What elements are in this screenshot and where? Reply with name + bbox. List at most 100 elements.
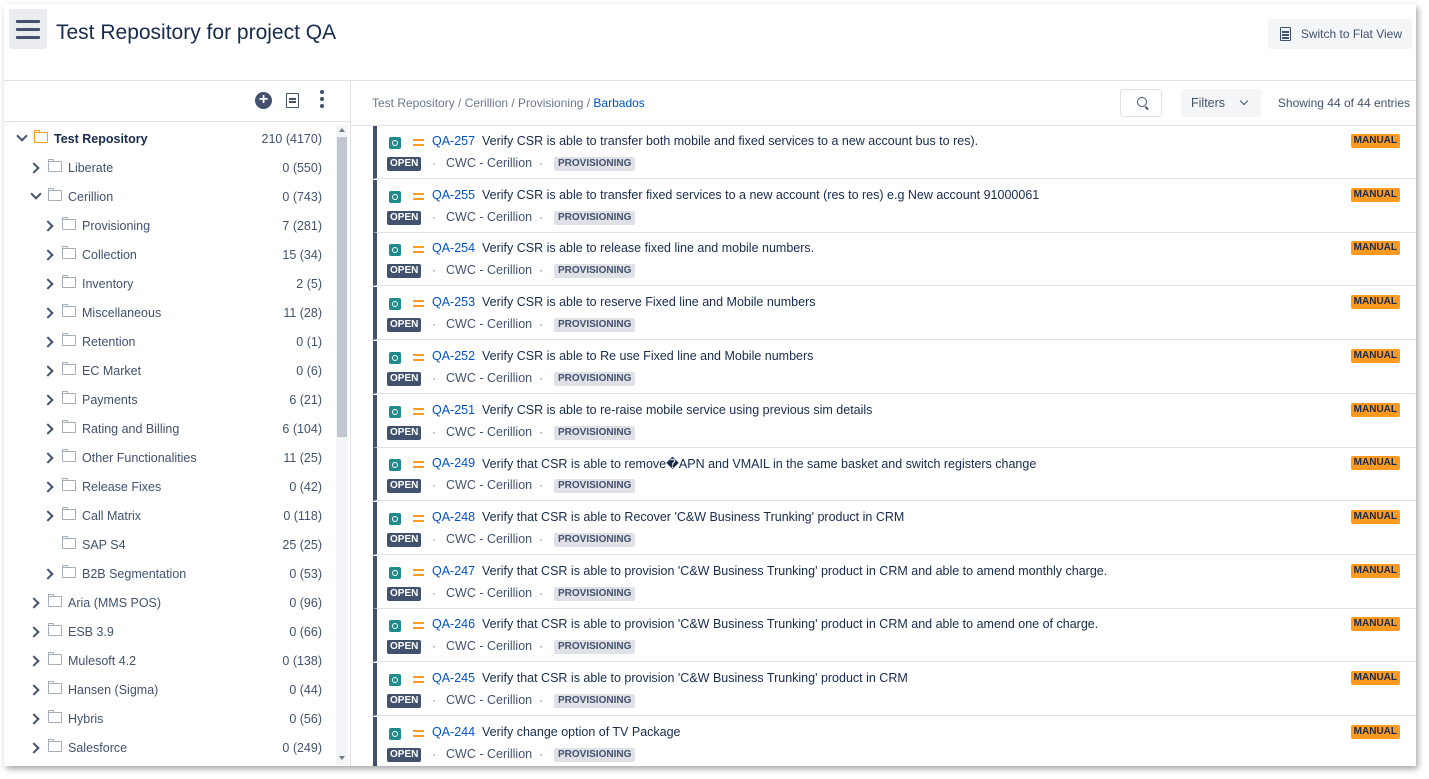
tree-item[interactable]: Other Functionalities 11 (25) — [4, 444, 334, 473]
test-row[interactable]: QA-245 Verify that CSR is able to provisi… — [373, 663, 1416, 716]
issue-key-link[interactable]: QA-257 — [432, 134, 475, 148]
chevron-right-icon[interactable] — [42, 336, 54, 348]
tree-item[interactable]: Inventory 2 (5) — [4, 270, 334, 299]
search-button[interactable] — [1120, 89, 1162, 117]
chevron-right-icon[interactable] — [42, 423, 54, 435]
chevron-right-icon[interactable] — [28, 597, 40, 609]
issue-key-link[interactable]: QA-245 — [432, 671, 475, 685]
chevron-right-icon[interactable] — [42, 307, 54, 319]
test-row[interactable]: QA-257 Verify CSR is able to transfer bot… — [373, 126, 1416, 179]
test-row[interactable]: QA-252 Verify CSR is able to Re use Fixed… — [373, 340, 1416, 394]
issue-key-link[interactable]: QA-246 — [432, 617, 475, 631]
chevron-right-icon[interactable] — [42, 278, 54, 290]
issue-key-link[interactable]: QA-247 — [432, 564, 475, 578]
tree-item[interactable]: Call Matrix 0 (118) — [4, 502, 334, 531]
tree-item[interactable]: Collection 15 (34) — [4, 241, 334, 270]
chevron-right-icon[interactable] — [28, 162, 40, 174]
separator-dot: · — [539, 370, 543, 385]
hamburger-icon[interactable] — [9, 9, 47, 49]
breadcrumb-current[interactable]: Barbados — [593, 96, 644, 110]
test-row[interactable]: QA-255 Verify CSR is able to transfer fix… — [373, 179, 1416, 233]
chevron-right-icon[interactable] — [28, 626, 40, 638]
tree-item[interactable]: Aria (MMS POS) 0 (96) — [4, 589, 334, 618]
tree-item[interactable]: ESB 3.9 0 (66) — [4, 618, 334, 647]
breadcrumb-path[interactable]: Test Repository / Cerillion / Provisioni… — [372, 96, 593, 110]
test-row[interactable]: QA-251 Verify CSR is able to re-raise mob… — [373, 394, 1416, 448]
vertical-ellipsis-icon[interactable] — [319, 90, 325, 108]
scroll-up-icon[interactable] — [339, 128, 345, 132]
issue-key-link[interactable]: QA-253 — [432, 295, 475, 309]
issue-summary[interactable]: Verify that CSR is able to remove�APN an… — [482, 456, 1036, 471]
switch-flat-view-button[interactable]: Switch to Flat View — [1267, 19, 1412, 49]
chevron-right-icon[interactable] — [28, 713, 40, 725]
component-name: CWC - Cerillion — [446, 263, 533, 278]
chevron-right-icon[interactable] — [28, 655, 40, 667]
issue-summary[interactable]: Verify CSR is able to transfer both mobi… — [482, 134, 978, 148]
tree-item[interactable]: Test Repository 210 (4170) — [4, 125, 334, 154]
chevron-right-icon[interactable] — [42, 510, 54, 522]
tree-item[interactable]: Payments 6 (21) — [4, 386, 334, 415]
chevron-right-icon[interactable] — [42, 365, 54, 377]
medium-priority-icon — [413, 514, 424, 517]
tree-item[interactable]: Cerillion 0 (743) — [4, 183, 334, 212]
tree-item-label: SAP S4 — [82, 538, 126, 552]
issue-summary[interactable]: Verify CSR is able to release fixed line… — [482, 241, 814, 255]
issue-key-link[interactable]: QA-248 — [432, 510, 475, 524]
tree-scrollbar-thumb[interactable] — [337, 137, 347, 437]
issue-key-link[interactable]: QA-251 — [432, 403, 475, 417]
issue-summary[interactable]: Verify change option of TV Package — [482, 725, 681, 739]
issue-key-link[interactable]: QA-254 — [432, 241, 475, 255]
test-icon — [389, 244, 401, 257]
issue-summary[interactable]: Verify that CSR is able to provision 'C&… — [482, 671, 908, 685]
chevron-down-icon[interactable] — [30, 188, 42, 200]
issue-summary[interactable]: Verify that CSR is able to provision 'C&… — [482, 617, 1098, 631]
filters-button[interactable]: Filters — [1181, 89, 1261, 117]
chevron-right-icon[interactable] — [28, 742, 40, 754]
tree-item[interactable]: Mulesoft 4.2 0 (138) — [4, 647, 334, 676]
issue-summary[interactable]: Verify that CSR is able to Recover 'C&W … — [482, 510, 904, 524]
tree-item[interactable]: Hansen (Sigma) 0 (44) — [4, 676, 334, 705]
issue-key-link[interactable]: QA-255 — [432, 188, 475, 202]
chevron-right-icon[interactable] — [42, 220, 54, 232]
tree-item[interactable]: Salesforce 0 (249) — [4, 734, 334, 763]
chevron-right-icon[interactable] — [42, 394, 54, 406]
tree-item[interactable]: Rating and Billing 6 (104) — [4, 415, 334, 444]
document-icon[interactable] — [286, 93, 299, 108]
test-row[interactable]: QA-253 Verify CSR is able to reserve Fixe… — [373, 287, 1416, 341]
tree-item[interactable]: SAP S4 25 (25) — [4, 531, 334, 560]
tree-item[interactable]: Provisioning 7 (281) — [4, 212, 334, 241]
issue-summary[interactable]: Verify CSR is able to Re use Fixed line … — [482, 349, 813, 363]
issue-key-link[interactable]: QA-244 — [432, 725, 475, 739]
tree-item[interactable]: EC Market 0 (6) — [4, 357, 334, 386]
test-row[interactable]: QA-249 Verify that CSR is able to remove�… — [373, 448, 1416, 502]
scroll-down-icon[interactable] — [339, 756, 345, 760]
chevron-right-icon[interactable] — [28, 684, 40, 696]
test-row[interactable]: QA-247 Verify that CSR is able to provisi… — [373, 555, 1416, 609]
chevron-right-icon[interactable] — [42, 481, 54, 493]
issue-key-link[interactable]: QA-249 — [432, 456, 475, 470]
tree-item[interactable]: Liberate 0 (550) — [4, 154, 334, 183]
tree-item[interactable]: Miscellaneous 11 (28) — [4, 299, 334, 328]
chevron-right-icon[interactable] — [42, 249, 54, 261]
chevron-right-icon[interactable] — [42, 452, 54, 464]
issue-summary[interactable]: Verify CSR is able to reserve Fixed line… — [482, 295, 815, 309]
tree-item[interactable]: B2B Segmentation 0 (53) — [4, 560, 334, 589]
test-row[interactable]: QA-244 Verify change option of TV Package… — [373, 716, 1416, 766]
plus-circle-icon[interactable]: + — [255, 92, 272, 109]
tree-item[interactable]: Release Fixes 0 (42) — [4, 473, 334, 502]
status-badge: OPEN — [387, 157, 422, 171]
test-icon — [389, 674, 401, 686]
test-list: QA-257 Verify CSR is able to transfer bot… — [373, 126, 1416, 766]
tree-item[interactable]: Hybris 0 (56) — [4, 705, 334, 734]
test-row[interactable]: QA-248 Verify that CSR is able to Recover… — [373, 501, 1416, 555]
chevron-down-icon[interactable] — [16, 130, 28, 142]
tree-item-count: 7 (281) — [282, 219, 322, 233]
tree-item[interactable]: Retention 0 (1) — [4, 328, 334, 357]
chevron-right-icon[interactable] — [42, 568, 54, 580]
issue-summary[interactable]: Verify CSR is able to re-raise mobile se… — [482, 403, 872, 417]
issue-summary[interactable]: Verify that CSR is able to provision 'C&… — [482, 564, 1107, 578]
test-row[interactable]: QA-246 Verify that CSR is able to provisi… — [373, 609, 1416, 663]
issue-summary[interactable]: Verify CSR is able to transfer fixed ser… — [482, 188, 1039, 202]
issue-key-link[interactable]: QA-252 — [432, 349, 475, 363]
test-row[interactable]: QA-254 Verify CSR is able to release fixe… — [373, 233, 1416, 287]
